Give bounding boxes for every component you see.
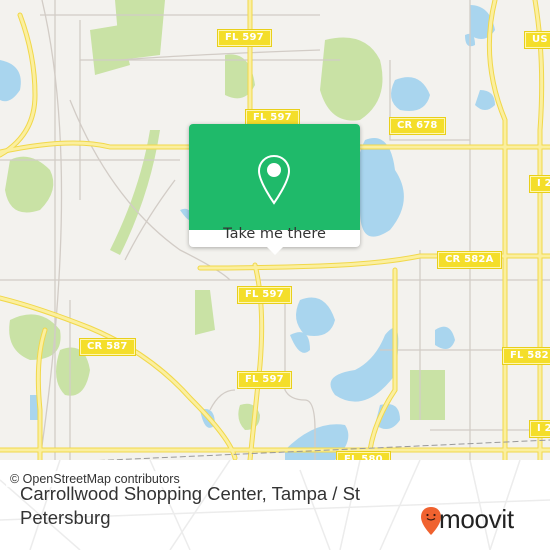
road-shield-cr582a: CR 582A [438, 252, 501, 268]
place-title: Carrollwood Shopping Center, Tampa / St … [20, 483, 361, 528]
map[interactable]: FL 597 FL 597 FL 597 FL 597 US 4 CR 678 … [0, 0, 550, 460]
road-shield-i275: I 2 [530, 176, 550, 192]
map-pin-icon [257, 154, 291, 205]
popup-arrow [266, 246, 284, 255]
road-shield-us41: US 4 [525, 32, 550, 48]
road-shield-cr678: CR 678 [390, 118, 445, 134]
road-shield-fl582: FL 582 [503, 348, 550, 364]
road-shield-fl597: FL 597 [238, 372, 291, 388]
road-shield-fl597: FL 597 [218, 30, 271, 46]
moovit-wordmark: moovit [439, 504, 514, 534]
road-shield-cr587: CR 587 [80, 339, 135, 355]
popup-header [189, 124, 360, 230]
take-me-there-label[interactable]: Take me there [189, 226, 360, 242]
road-shield-fl597: FL 597 [238, 287, 291, 303]
road-shield-i275: I 2 [530, 421, 550, 437]
road-shield-fl580: FL 580 [337, 452, 390, 460]
moovit-logo[interactable]: moovit [420, 504, 545, 542]
